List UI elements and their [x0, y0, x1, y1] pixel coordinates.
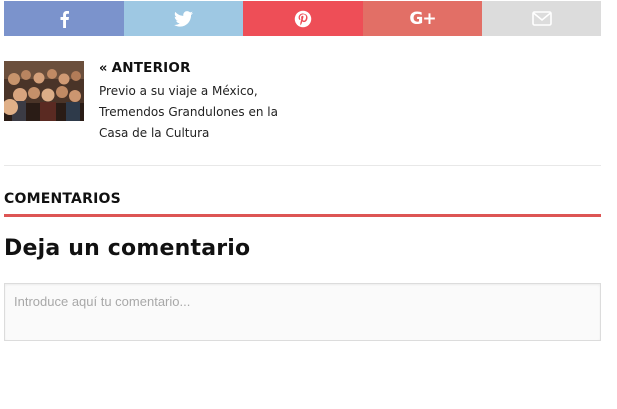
previous-label-text: ANTERIOR: [111, 60, 191, 76]
pinterest-share-button[interactable]: [243, 1, 363, 36]
comments-heading: COMENTARIOS: [4, 191, 121, 207]
comments-heading-underline: [4, 214, 601, 217]
previous-post-title-link[interactable]: Previo a su viaje a México, Tremendos Gr…: [99, 81, 299, 144]
previous-post-nav: «ANTERIOR Previo a su viaje a México, Tr…: [4, 60, 304, 144]
reply-title: Deja un comentario: [4, 236, 251, 261]
facebook-share-button[interactable]: [4, 1, 124, 36]
envelope-icon: [531, 11, 552, 26]
page: G+ « ANTERIOR Previo a su viaje a México…: [0, 0, 617, 409]
previous-post-thumbnail[interactable]: [4, 61, 84, 121]
google-plus-share-button[interactable]: G+: [363, 1, 482, 36]
comment-textarea[interactable]: [4, 283, 601, 341]
pinterest-icon: [294, 10, 312, 27]
group-photo-image: [4, 61, 84, 121]
section-divider: [4, 165, 601, 166]
email-share-button[interactable]: [482, 1, 601, 36]
double-chevron-left-icon: «: [99, 61, 108, 76]
twitter-share-button[interactable]: [124, 1, 243, 36]
facebook-icon: [60, 10, 69, 28]
previous-label[interactable]: «ANTERIOR: [99, 60, 191, 76]
share-bar: G+: [4, 1, 601, 36]
google-plus-icon: G+: [409, 8, 436, 29]
twitter-icon: [174, 10, 193, 27]
